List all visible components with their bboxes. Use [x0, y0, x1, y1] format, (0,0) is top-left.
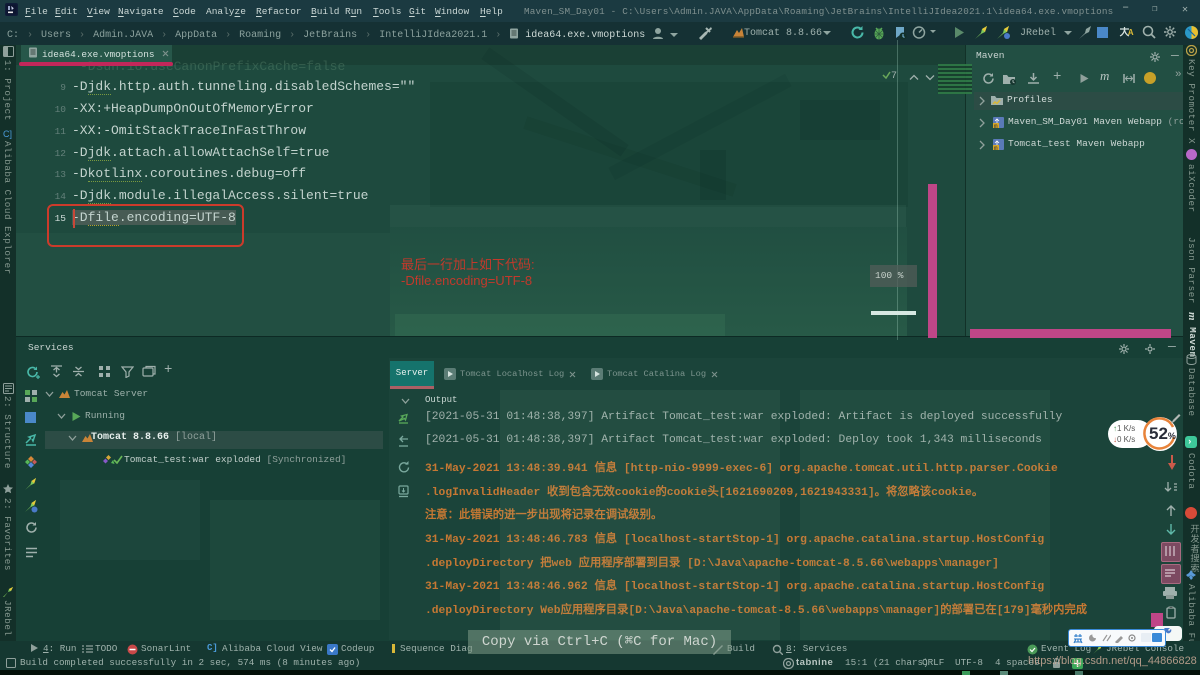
svg-text:m: m — [994, 145, 998, 151]
svg-text:C]: C] — [3, 129, 12, 139]
svg-text:m: m — [994, 123, 998, 129]
